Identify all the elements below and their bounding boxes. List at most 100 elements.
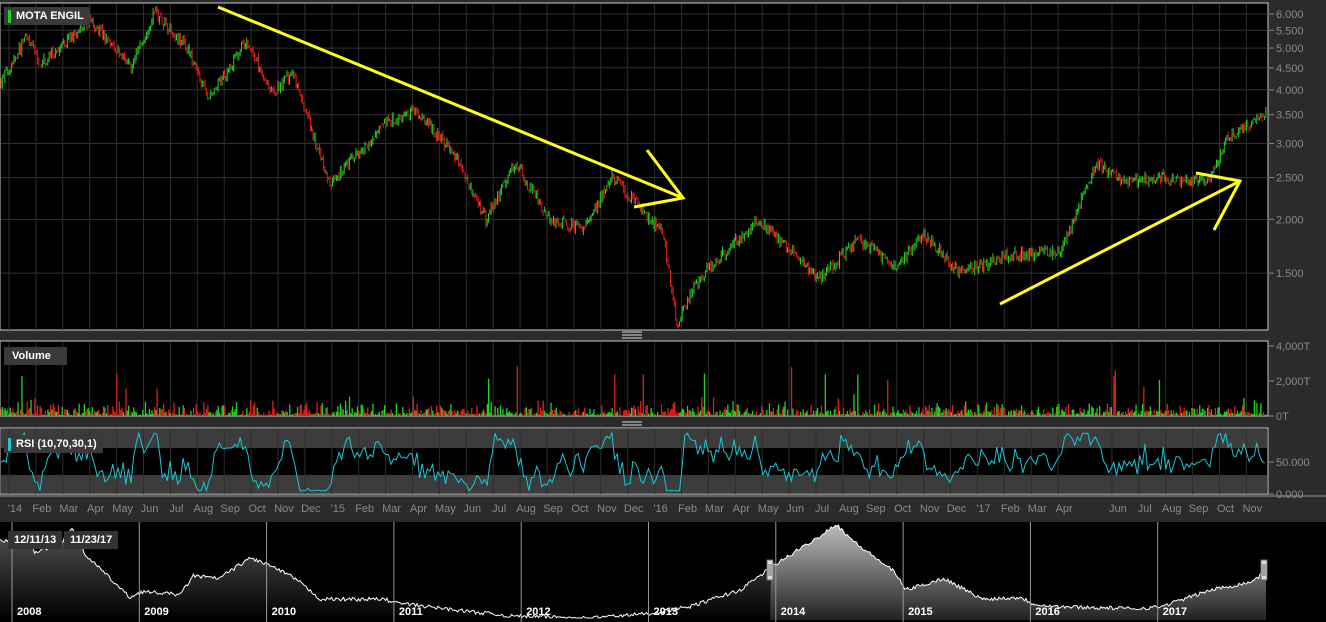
navigator-year-label: 2016: [1035, 606, 1059, 618]
volume-bar: [455, 413, 457, 416]
volume-bar: [144, 401, 147, 416]
volume-bar: [325, 407, 327, 416]
volume-bar: [982, 413, 984, 416]
navigator-year-label: 2008: [17, 606, 41, 618]
volume-bar: [672, 403, 674, 416]
volume-bar: [954, 413, 956, 416]
volume-bar: [995, 414, 997, 416]
volume-bar: [40, 407, 43, 416]
volume-bar: [1028, 415, 1031, 416]
volume-bar: [836, 414, 838, 416]
volume-bar: [1238, 413, 1240, 416]
volume-bar: [766, 410, 768, 416]
volume-bar: [828, 414, 830, 416]
handle-grip: [1260, 559, 1268, 581]
nav-end-date: 11/23/17: [64, 531, 119, 549]
volume-bar: [649, 413, 651, 416]
volume-bar: [1145, 410, 1148, 416]
volume-bar: [42, 414, 44, 416]
volume-bar: [1119, 414, 1122, 416]
volume-bar: [82, 412, 84, 416]
volume-bar: [1227, 408, 1229, 416]
volume-bar: [612, 414, 615, 416]
volume-bar: [637, 406, 639, 416]
volume-bar: [771, 411, 773, 416]
volume-bar: [335, 411, 338, 416]
time-tick-label: May: [435, 503, 456, 515]
volume-bar: [361, 405, 364, 416]
volume-bar: [742, 412, 745, 416]
volume-bar: [389, 413, 391, 416]
time-tick-label: May: [758, 503, 779, 515]
volume-bar: [1212, 415, 1214, 416]
volume-bar: [859, 415, 862, 416]
volume-bar: [222, 405, 225, 416]
volume-bar: [196, 411, 199, 416]
time-tick-label: May: [112, 503, 133, 515]
volume-bar: [624, 409, 626, 416]
volume-bar: [421, 414, 423, 416]
volume-bar: [521, 414, 524, 416]
volume-bar: [257, 412, 260, 416]
volume-bar: [939, 407, 941, 416]
volume-bar: [549, 411, 551, 416]
volume-bar: [205, 409, 208, 416]
volume-bar: [139, 414, 141, 416]
volume-bar: [1206, 407, 1209, 416]
volume-bar: [430, 406, 433, 416]
volume-bar: [248, 411, 251, 416]
volume-bar: [541, 410, 543, 416]
volume-bar: [1060, 414, 1062, 416]
volume-bar: [7, 408, 9, 416]
volume-bar: [306, 402, 308, 416]
volume-bar: [413, 409, 416, 416]
volume-bar: [432, 410, 434, 416]
volume-bar: [1178, 414, 1180, 416]
volume-bar: [143, 414, 145, 416]
navigator-year-label: 2017: [1163, 606, 1187, 618]
volume-bar: [120, 410, 122, 416]
volume-bar: [215, 411, 217, 416]
volume-bar: [1222, 414, 1224, 416]
time-tick-label: Apr: [733, 503, 750, 515]
volume-bar: [770, 411, 772, 416]
volume-bar: [1235, 413, 1237, 416]
volume-bar: [1256, 402, 1258, 416]
volume-bar: [523, 414, 525, 416]
volume-bar: [460, 410, 462, 416]
volume-bar: [491, 414, 494, 416]
volume-bar: [759, 413, 761, 416]
volume-bar: [1062, 411, 1064, 416]
volume-bar: [996, 403, 998, 416]
time-tick-label: Feb: [678, 503, 697, 515]
time-tick-label: Jun: [463, 503, 481, 515]
volume-bar: [653, 413, 655, 416]
volume-bar: [256, 407, 258, 416]
volume-bar: [88, 411, 91, 416]
volume-bar: [462, 409, 464, 416]
volume-bar: [66, 409, 69, 416]
volume-bar: [352, 415, 355, 416]
volume-bar: [324, 414, 326, 416]
volume-bar: [1067, 404, 1070, 416]
volume-bar: [554, 409, 556, 416]
volume-bar: [657, 412, 659, 416]
volume-bar: [170, 414, 173, 416]
volume-bar: [685, 413, 687, 416]
navigator-range-handle[interactable]: [1260, 559, 1268, 581]
volume-bar: [1216, 414, 1218, 416]
volume-bar: [490, 401, 492, 416]
volume-bar: [650, 407, 652, 416]
volume-bar: [61, 406, 63, 416]
volume-bar: [398, 413, 400, 416]
volume-bar: [441, 407, 443, 416]
volume-bar: [701, 396, 703, 416]
volume-bar: [294, 412, 296, 416]
navigator-range-handle[interactable]: [766, 559, 774, 581]
volume-bar: [20, 409, 22, 416]
stock-chart[interactable]: 6.000 5.500 5.000 4.500 4.000 3.500 3.000 2.500…: [0, 0, 1326, 622]
volume-bar: [654, 414, 656, 416]
navigator-year-label: 2010: [272, 606, 296, 618]
volume-bar: [1167, 410, 1170, 416]
volume-bar: [1156, 410, 1158, 416]
